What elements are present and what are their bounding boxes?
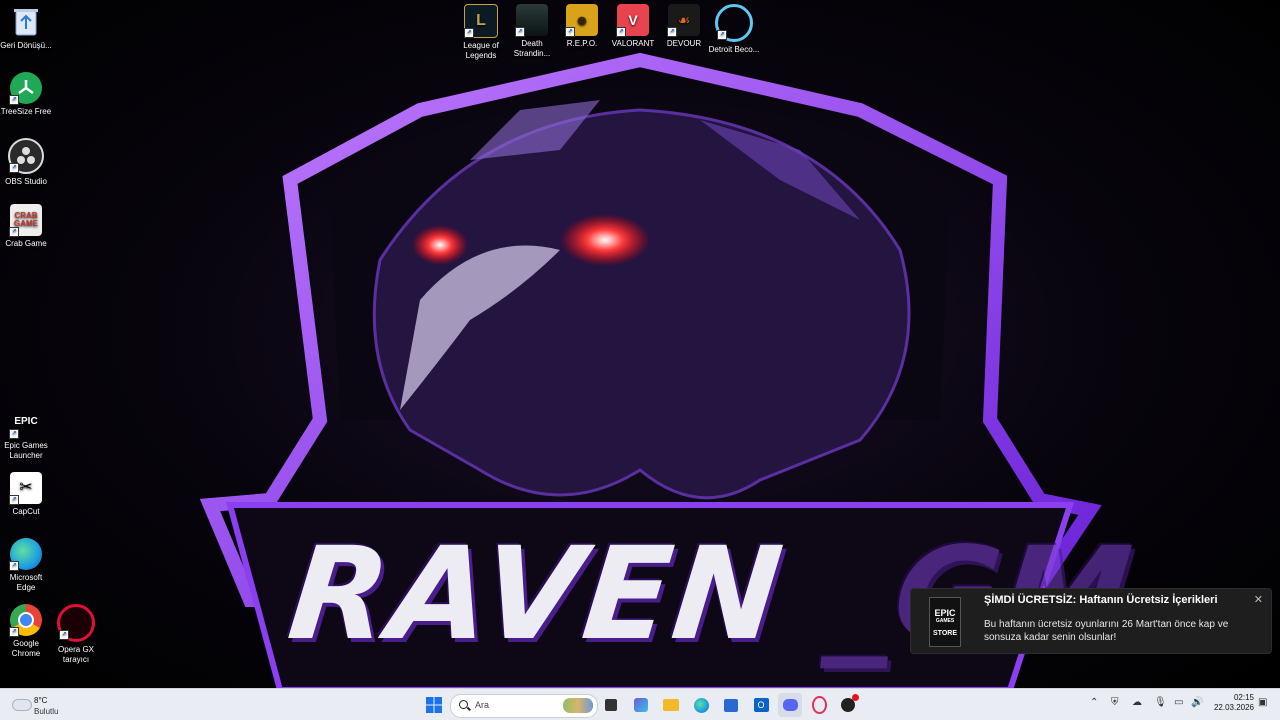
file-explorer-button[interactable] [659,693,683,717]
discord-button[interactable] [778,693,802,717]
desktop-icon-label: R.E.P.O. [566,39,598,48]
desktop-icon-label: Crab Game [5,239,47,248]
desktop-icon-label: Google Chrome [11,639,41,658]
search-icon [459,700,468,709]
taskbar: 8°C Bulutlu Ara O ⌃ ⛨ ☁ 🎙 ▭ 🔊 02:15 22.0… [0,688,1280,720]
task-view-icon [605,699,617,711]
microphone-icon[interactable]: 🎙 [1154,697,1167,708]
clock[interactable]: 02:15 22.03.2026 [1208,693,1254,713]
desktop-icon-label: Epic Games Launcher [4,441,48,460]
desktop-icon-league-of-legends[interactable]: L ↗ League of Legends [455,4,507,61]
desktop-icon-label: League of Legends [463,41,499,60]
close-icon[interactable]: ✕ [1254,593,1263,606]
weather-temp: 8°C [34,696,48,705]
task-view-button[interactable] [599,693,623,717]
chrome-icon: ↗ [9,604,42,637]
search-placeholder: Ara [475,700,490,710]
opera-icon [811,696,827,714]
clock-time: 02:15 [1233,693,1254,702]
capcut-icon: ✂ ↗ [9,472,42,505]
folder-icon [663,699,679,711]
death-stranding-icon: ↗ [515,4,548,37]
desktop-icon-death-stranding[interactable]: ↗ Death Strandin... [506,4,558,59]
discord-icon [782,699,798,711]
opera-gx-icon: ↗ [57,604,95,642]
windows-icon [426,697,442,713]
epic-store-logo-icon: EPIC GAMES STORE [929,597,961,647]
cloud-offline-icon[interactable]: ☁ [1132,697,1142,708]
desktop-icon-label: Geri Dönüşü... [0,41,52,50]
security-icon[interactable]: ⛨ [1111,697,1119,708]
desktop-icon-label: Microsoft Edge [9,573,43,592]
store-button[interactable] [719,693,743,717]
obs-icon: ↗ [8,138,44,174]
desktop-icon-detroit[interactable]: ↗ Detroit Beco... [708,4,760,55]
outlook-icon: O [753,698,769,712]
search-highlight-icon [563,698,593,713]
notification-center-icon[interactable]: ▣ [1258,697,1267,708]
desktop-icon-label: VALORANT [611,39,655,48]
desktop-icon-label: Death Strandin... [513,39,551,58]
crab-game-icon: CRAB GAME ↗ [9,204,42,237]
desktop-wallpaper: RAVEN _GM [0,0,1280,688]
desktop-icon-label: CapCut [12,507,40,516]
treesize-icon: ↗ [9,72,42,105]
search-input[interactable]: Ara [450,694,598,718]
desktop-icon-recycle-bin[interactable]: Geri Dönüşü... [0,6,52,51]
desktop-icon-repo[interactable]: ☻ ↗ R.E.P.O. [556,4,608,49]
chevron-up-icon[interactable]: ⌃ [1090,697,1098,708]
desktop-icon-label: OBS Studio [5,177,47,186]
edge-icon: ↗ [9,538,42,571]
desktop-icon-valorant[interactable]: V ↗ VALORANT [607,4,659,49]
clock-date: 22.03.2026 [1213,703,1254,712]
desktop-icon-label: TreeSize Free [0,107,52,116]
edge-icon [693,697,709,713]
devour-icon: ☙ ↗ [667,4,700,37]
cloud-icon [12,699,32,711]
desktop-icon-devour[interactable]: ☙ ↗ DEVOUR [658,4,710,49]
desktop-icon-opera-gx[interactable]: ↗ Opera GX tarayıcı [50,604,102,665]
start-button[interactable] [422,693,446,717]
epic-notification-toast[interactable]: EPIC GAMES STORE ŞİMDİ ÜCRETSİZ: Haftanı… [910,588,1272,654]
notification-badge [852,694,859,701]
widgets-button[interactable] [629,693,653,717]
outlook-button[interactable]: O [749,693,773,717]
edge-button[interactable] [689,693,713,717]
store-icon [724,698,738,712]
detroit-icon: ↗ [715,4,753,42]
desktop-icon-capcut[interactable]: ✂ ↗ CapCut [0,472,52,517]
desktop-icon-label: DEVOUR [666,39,702,48]
desktop-icon-label: Detroit Beco... [708,45,760,54]
desktop-icon-edge[interactable]: ↗ Microsoft Edge [0,538,52,593]
valorant-icon: V ↗ [616,4,649,37]
desktop-icon-treesize[interactable]: ↗ TreeSize Free [0,72,52,117]
steam-icon [841,694,859,712]
epic-games-icon: EPIC ↗ [9,406,42,439]
desktop-icon-crab-game[interactable]: CRAB GAME ↗ Crab Game [0,204,52,249]
volume-icon[interactable]: 🔊 [1191,697,1203,708]
recycle-bin-icon [10,6,42,38]
notification-title: ŞİMDİ ÜCRETSİZ: Haftanın Ücretsiz İçerik… [984,594,1218,606]
desktop-icon-chrome[interactable]: ↗ Google Chrome [0,604,52,659]
desktop-icon-label: Opera GX tarayıcı [57,645,94,664]
desktop-icon-obs[interactable]: ↗ OBS Studio [0,138,52,187]
steam-button[interactable] [836,693,860,717]
league-of-legends-icon: L ↗ [464,4,498,38]
notification-body: Bu haftanın ücretsiz oyunlarını 26 Mart'… [984,619,1229,643]
opera-button[interactable] [807,693,831,717]
repo-icon: ☻ ↗ [565,4,598,37]
weather-widget[interactable]: 8°C Bulutlu [8,693,88,717]
desktop-icon-epic-games[interactable]: EPIC ↗ Epic Games Launcher [0,406,52,461]
widgets-icon [634,698,648,712]
weather-condition: Bulutlu [34,707,59,716]
network-icon[interactable]: ▭ [1174,697,1183,708]
